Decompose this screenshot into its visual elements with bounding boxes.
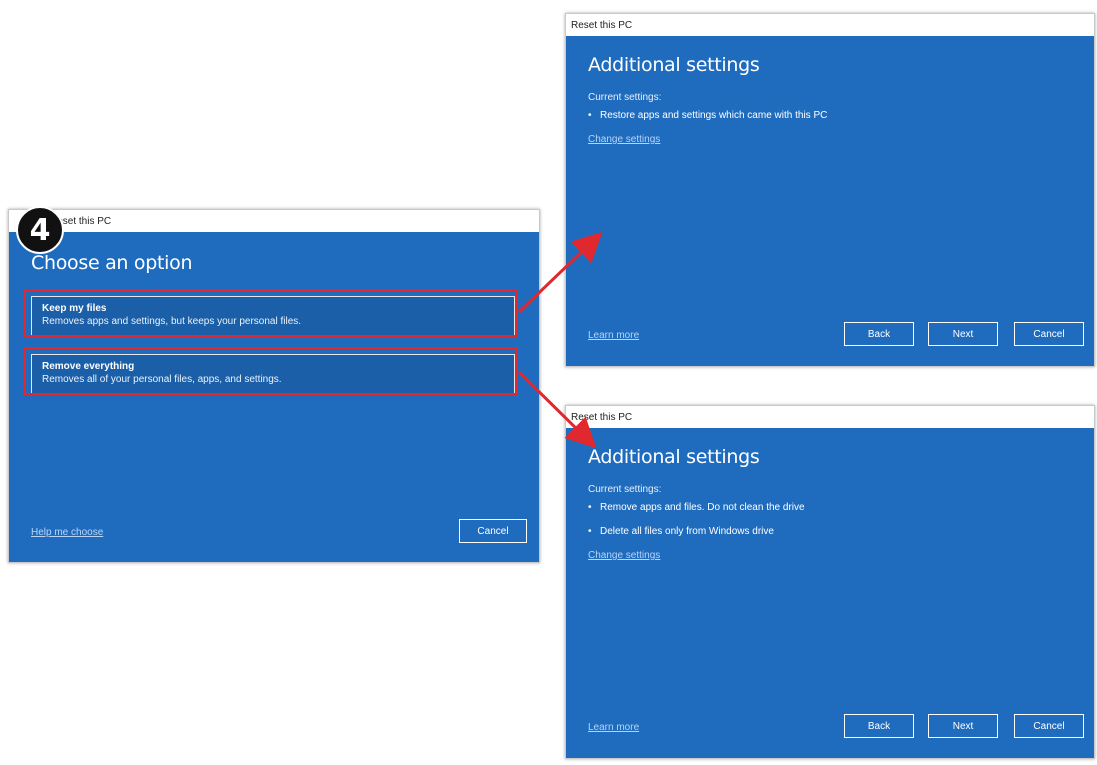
back-button[interactable]: Back — [844, 714, 914, 738]
setting-text: Remove apps and files. Do not clean the … — [600, 502, 805, 513]
window-content: Choose an option Keep my files Removes a… — [9, 232, 539, 562]
current-settings-label: Current settings: — [588, 92, 662, 103]
setting-bullet: • Delete all files only from Windows driv… — [588, 526, 774, 537]
step-number-badge: 4 — [16, 206, 64, 254]
setting-bullet: • Restore apps and settings which came wi… — [588, 110, 828, 121]
page-title: Additional settings — [588, 446, 760, 468]
window-title: Reset this PC — [571, 19, 633, 31]
back-button[interactable]: Back — [844, 322, 914, 346]
page-title: Additional settings — [588, 54, 760, 76]
window-titlebar: Reset this PC — [566, 14, 1094, 36]
learn-more-link[interactable]: Learn more — [588, 722, 639, 733]
setting-bullet: • Remove apps and files. Do not clean the… — [588, 502, 805, 513]
setting-text: Delete all files only from Windows drive — [600, 526, 774, 537]
learn-more-link[interactable]: Learn more — [588, 330, 639, 341]
setting-text: Restore apps and settings which came wit… — [600, 110, 828, 121]
page-title: Choose an option — [31, 252, 193, 274]
next-button[interactable]: Next — [928, 322, 998, 346]
window-titlebar: Reset this PC — [9, 210, 539, 232]
remove-everything-highlight — [24, 347, 518, 395]
next-button[interactable]: Next — [928, 714, 998, 738]
additional-settings-window-remove: Reset this PC Additional settings Curren… — [565, 405, 1095, 759]
window-content: Additional settings Current settings: • R… — [566, 36, 1094, 366]
change-settings-link[interactable]: Change settings — [588, 550, 660, 561]
help-me-choose-link[interactable]: Help me choose — [31, 527, 103, 538]
current-settings-label: Current settings: — [588, 484, 662, 495]
additional-settings-window-keep: Reset this PC Additional settings Curren… — [565, 13, 1095, 367]
window-content: Additional settings Current settings: • R… — [566, 428, 1094, 758]
change-settings-link[interactable]: Change settings — [588, 134, 660, 145]
window-titlebar: Reset this PC — [566, 406, 1094, 428]
cancel-button[interactable]: Cancel — [1014, 714, 1084, 738]
window-title: Reset this PC — [571, 411, 633, 423]
cancel-button[interactable]: Cancel — [1014, 322, 1084, 346]
cancel-button[interactable]: Cancel — [459, 519, 527, 543]
keep-my-files-highlight — [24, 289, 518, 337]
